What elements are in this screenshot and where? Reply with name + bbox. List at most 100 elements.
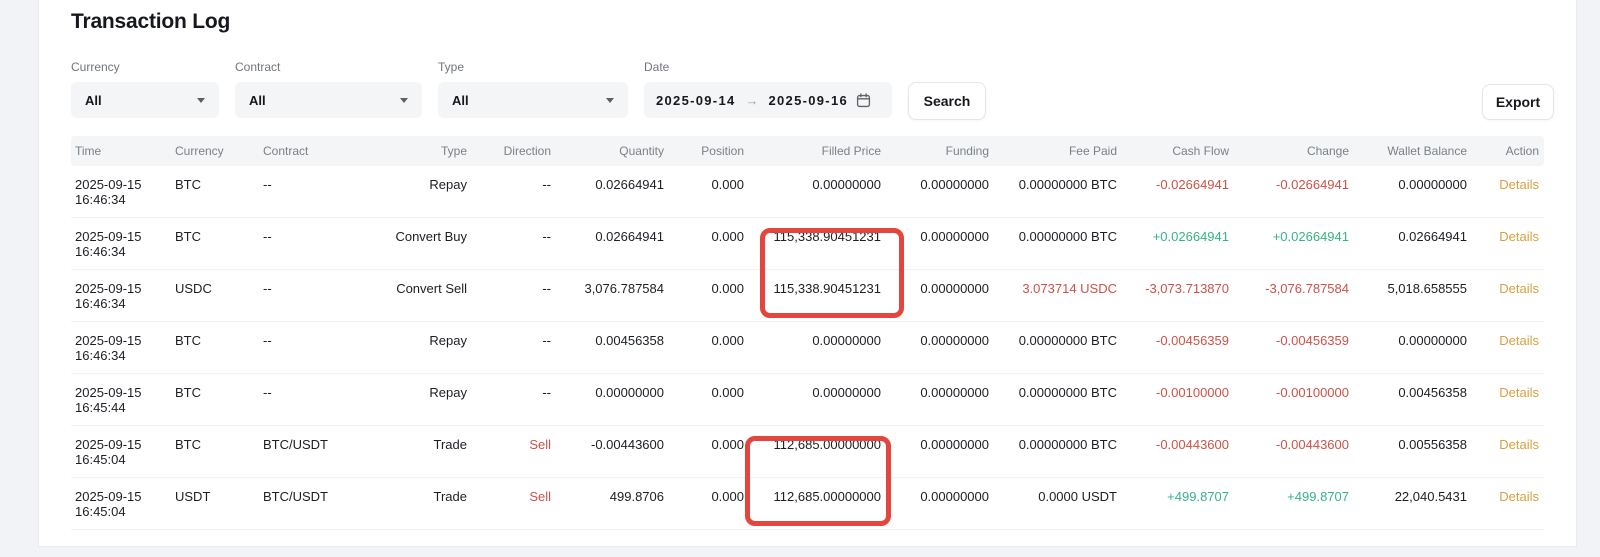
cell-fee_paid: 0.00000000 BTC <box>989 437 1117 452</box>
cell-date-line: 2025-09-15 <box>75 385 171 400</box>
cell-position: 0.000 <box>664 177 744 192</box>
cell-date-line: 2025-09-15 <box>75 229 171 244</box>
cell-quantity: 0.02664941 <box>551 177 664 192</box>
type-filter-label: Type <box>438 60 628 76</box>
cell-contract: -- <box>259 385 371 400</box>
cell-fee_paid: 0.0000 USDT <box>989 489 1117 504</box>
cell-type: Trade <box>371 437 467 452</box>
cell-filled_price: 0.00000000 <box>744 333 881 348</box>
type-select[interactable]: All <box>438 82 628 118</box>
cell-time-line: 16:45:44 <box>75 400 171 415</box>
cell-filled_price: 0.00000000 <box>744 177 881 192</box>
details-link[interactable]: Details <box>1499 229 1539 244</box>
cell-contract: BTC/USDT <box>259 437 371 452</box>
cell-date-line: 2025-09-15 <box>75 281 171 296</box>
type-filter: Type All <box>438 60 628 120</box>
cell-direction: -- <box>467 385 551 400</box>
currency-select[interactable]: All <box>71 82 219 118</box>
column-header-action: Action <box>1467 144 1539 158</box>
details-link[interactable]: Details <box>1499 281 1539 296</box>
date-range-picker[interactable]: 2025-09-14 → 2025-09-16 <box>644 82 892 118</box>
chevron-down-icon <box>606 98 614 103</box>
cell-direction: Sell <box>467 489 551 504</box>
cell-fee_paid: 0.00000000 BTC <box>989 385 1117 400</box>
cell-date-line: 2025-09-15 <box>75 489 171 504</box>
cell-fee_paid: 0.00000000 BTC <box>989 229 1117 244</box>
chevron-down-icon <box>400 98 408 103</box>
cell-position: 0.000 <box>664 229 744 244</box>
export-button[interactable]: Export <box>1482 84 1554 120</box>
currency-filter-label: Currency <box>71 60 219 76</box>
cell-time-line: 16:46:34 <box>75 348 171 363</box>
cell-wallet_balance: 5,018.658555 <box>1349 281 1467 296</box>
cell-fee_paid: 0.00000000 BTC <box>989 177 1117 192</box>
cell-position: 0.000 <box>664 437 744 452</box>
transaction-table: TimeCurrencyContractTypeDirectionQuantit… <box>71 136 1544 530</box>
cell-funding: 0.00000000 <box>881 177 989 192</box>
cell-time-line: 16:46:34 <box>75 244 171 259</box>
cell-time-line: 16:46:34 <box>75 192 171 207</box>
date-filter: Date 2025-09-14 → 2025-09-16 <box>644 60 892 120</box>
cell-direction: -- <box>467 177 551 192</box>
cell-action: Details <box>1467 177 1539 192</box>
cell-filled_price: 115,338.90451231 <box>744 281 881 296</box>
details-link[interactable]: Details <box>1499 333 1539 348</box>
cell-action: Details <box>1467 385 1539 400</box>
cell-position: 0.000 <box>664 333 744 348</box>
cell-wallet_balance: 0.00556358 <box>1349 437 1467 452</box>
cell-funding: 0.00000000 <box>881 489 989 504</box>
column-header-direction: Direction <box>467 144 551 158</box>
cell-contract: -- <box>259 281 371 296</box>
table-row: 2025-09-1516:45:04USDTBTC/USDTTradeSell4… <box>71 478 1544 530</box>
cell-type: Trade <box>371 489 467 504</box>
cell-change: -0.00443600 <box>1229 437 1349 452</box>
cell-cash_flow: -3,073.713870 <box>1117 281 1229 296</box>
currency-select-value: All <box>85 93 102 108</box>
column-header-time: Time <box>71 144 171 158</box>
cell-quantity: 0.00000000 <box>551 385 664 400</box>
cell-wallet_balance: 0.00456358 <box>1349 385 1467 400</box>
cell-time: 2025-09-1516:45:04 <box>71 489 171 519</box>
column-header-position: Position <box>664 144 744 158</box>
cell-wallet_balance: 0.00000000 <box>1349 333 1467 348</box>
contract-filter: Contract All <box>235 60 422 120</box>
cell-change: -0.00100000 <box>1229 385 1349 400</box>
cell-cash_flow: +0.02664941 <box>1117 229 1229 244</box>
cell-type: Repay <box>371 177 467 192</box>
details-link[interactable]: Details <box>1499 177 1539 192</box>
cell-change: -0.02664941 <box>1229 177 1349 192</box>
cell-position: 0.000 <box>664 489 744 504</box>
cell-fee_paid: 0.00000000 BTC <box>989 333 1117 348</box>
cell-direction: -- <box>467 281 551 296</box>
cell-currency: USDT <box>171 489 259 504</box>
cell-funding: 0.00000000 <box>881 333 989 348</box>
type-select-value: All <box>452 93 469 108</box>
cell-currency: USDC <box>171 281 259 296</box>
cell-filled_price: 112,685.00000000 <box>744 489 881 504</box>
page-title: Transaction Log <box>71 10 230 34</box>
details-link[interactable]: Details <box>1499 437 1539 452</box>
contract-select-value: All <box>249 93 266 108</box>
cell-quantity: 0.02664941 <box>551 229 664 244</box>
filter-bar: Currency All Contract All Type All <box>71 60 986 120</box>
cell-date-line: 2025-09-15 <box>75 177 171 192</box>
currency-filter: Currency All <box>71 60 219 120</box>
cell-cash_flow: -0.02664941 <box>1117 177 1229 192</box>
cell-type: Convert Buy <box>371 229 467 244</box>
details-link[interactable]: Details <box>1499 489 1539 504</box>
cell-direction: -- <box>467 229 551 244</box>
table-row: 2025-09-1516:45:44BTC--Repay--0.00000000… <box>71 374 1544 426</box>
column-header-type: Type <box>371 144 467 158</box>
cell-funding: 0.00000000 <box>881 385 989 400</box>
cell-filled_price: 112,685.00000000 <box>744 437 881 452</box>
column-header-filled_price: Filled Price <box>744 144 881 158</box>
search-button[interactable]: Search <box>908 82 986 120</box>
page: Transaction Log Currency All Contract Al… <box>0 0 1600 557</box>
cell-time-line: 16:45:04 <box>75 504 171 519</box>
cell-currency: BTC <box>171 437 259 452</box>
cell-wallet_balance: 22,040.5431 <box>1349 489 1467 504</box>
contract-select[interactable]: All <box>235 82 422 118</box>
table-row: 2025-09-1516:46:34USDC--Convert Sell--3,… <box>71 270 1544 322</box>
column-header-change: Change <box>1229 144 1349 158</box>
details-link[interactable]: Details <box>1499 385 1539 400</box>
